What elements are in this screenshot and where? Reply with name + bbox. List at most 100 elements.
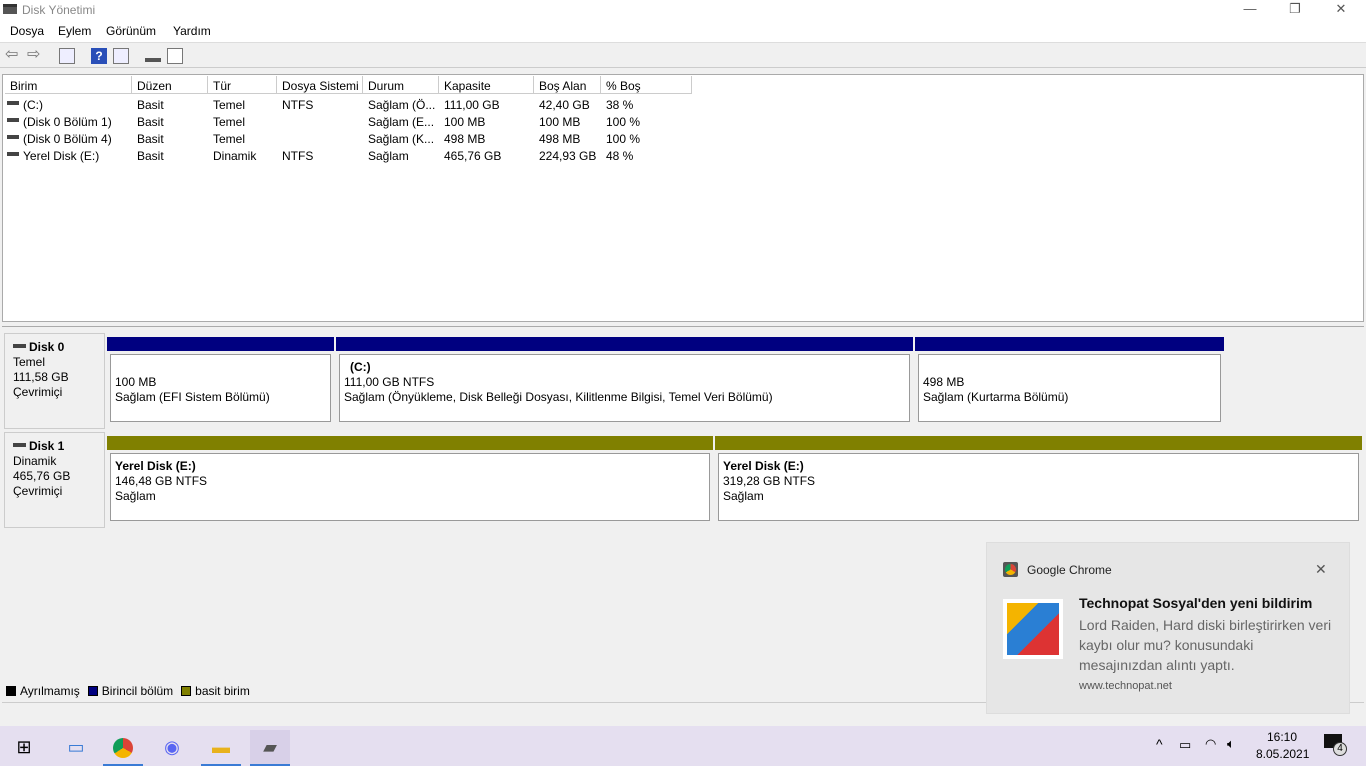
table-cell: Sağlam (K... [368,132,435,146]
table-cell: 498 MB [539,132,581,146]
disk-icon [13,443,26,447]
discord-icon[interactable]: ◉ [152,730,192,766]
partition-title: (C:) [350,360,371,374]
column-header[interactable]: Birim [5,76,132,94]
chrome-taskbar-icon[interactable] [103,730,143,766]
action-pane-icon[interactable] [113,48,129,64]
table-cell: (Disk 0 Bölüm 4) [23,132,112,146]
disk-status: Çevrimiçi [13,385,63,399]
table-cell: Yerel Disk (E:) [23,149,100,163]
partition[interactable]: (C:) 111,00 GB NTFS Sağlam (Önyükleme, Dis… [337,352,912,424]
wifi-icon[interactable]: ◠ [1205,736,1216,752]
menu-eylem[interactable]: Eylem [58,24,91,38]
clock-date[interactable]: 8.05.2021 [1256,747,1309,761]
partition-status: Sağlam (Kurtarma Bölümü) [923,390,1069,404]
disk-label[interactable]: Disk 0 Temel 111,58 GB Çevrimiçi [4,333,105,429]
menu-bar: Dosya Eylem Görünüm Yardım [0,20,1366,43]
this-pc-icon[interactable]: ▭ [56,730,96,766]
partition[interactable]: 498 MB Sağlam (Kurtarma Bölümü) [916,352,1223,424]
partition-size: 319,28 GB NTFS [723,474,816,488]
disk-icon [13,344,26,348]
notification-close-button[interactable]: ✕ [1315,561,1327,578]
clock-time[interactable]: 16:10 [1267,730,1297,744]
partition-status: Sağlam [723,489,764,503]
partition[interactable]: Yerel Disk (E:) 146,48 GB NTFS Sağlam [108,451,712,523]
column-header[interactable]: Durum [363,76,439,94]
column-header[interactable]: Dosya Sistemi [277,76,363,94]
volume-list: Birim Düzen Tür Dosya Sistemi Durum Kapasite B… [2,74,1364,322]
menu-gorunum[interactable]: Görünüm [106,24,156,38]
volume-icon [7,101,19,105]
table-cell: 100 % [606,115,641,129]
legend-swatch-icon [6,686,16,696]
legend-swatch-icon [181,686,192,696]
notification-count-badge: 4 [1333,742,1347,756]
file-explorer-icon[interactable]: ▬ [201,730,241,766]
partition-size: 100 MB [115,375,157,389]
volume-icon [7,118,19,122]
close-button[interactable]: ✕ [1318,0,1364,20]
table-cell: Temel [213,98,246,112]
help-icon[interactable]: ? [91,48,107,64]
disk-name: Disk 0 [29,340,65,354]
maximize-button[interactable]: ❐ [1272,0,1318,20]
legend-item: Birincil bölüm [87,684,174,698]
column-header[interactable]: Boş Alan [534,76,601,94]
table-cell: Basit [137,132,164,146]
connect-icon[interactable] [145,52,161,62]
disk-status: Çevrimiçi [13,484,63,498]
start-button[interactable]: ⊞ [4,730,44,766]
disk-label[interactable]: Disk 1 Dinamik 465,76 GB Çevrimiçi [4,432,105,528]
toolbar: ⇦ ⇨ ? [0,44,1366,68]
table-cell: 42,40 GB [539,98,590,112]
table-cell: Basit [137,98,164,112]
partition[interactable]: 100 MB Sağlam (EFI Sistem Bölümü) [108,352,333,424]
partition[interactable]: Yerel Disk (E:) 319,28 GB NTFS Sağlam [716,451,1361,523]
disk-type: Dinamik [13,454,57,468]
table-row[interactable]: (C:) Basit Temel NTFS Sağlam (Ö... 111,00 GB 4… [3,96,1363,113]
partition-status: Sağlam (EFI Sistem Bölümü) [115,390,270,404]
legend: Ayrılmamış Birincil bölüm basit birim [6,684,258,698]
table-row[interactable]: Yerel Disk (E:) Basit Dinamik NTFS Sağlam 465… [3,147,1363,164]
partition-bar [715,436,1362,450]
notification-source: www.technopat.net [1079,680,1172,692]
console-tree-icon[interactable] [59,48,75,64]
disk-size: 465,76 GB [13,469,71,483]
properties-icon[interactable] [167,48,183,64]
table-cell: 498 MB [444,132,486,146]
disk-management-taskbar-icon[interactable]: ▰ [250,730,290,766]
back-icon[interactable]: ⇦ [5,47,21,64]
power-icon[interactable]: ▭ [1179,737,1191,753]
menu-dosya[interactable]: Dosya [10,24,44,38]
volume-icon[interactable]: 🔈︎ [1227,736,1235,752]
title-bar: Disk Yönetimi — ❐ ✕ [0,0,1366,20]
forward-icon[interactable]: ⇨ [27,47,43,64]
column-header[interactable]: Düzen [132,76,208,94]
disk-management-icon [3,4,17,14]
table-cell: 224,93 GB [539,149,597,163]
table-cell: NTFS [282,149,314,163]
notification-body: Lord Raiden, Hard diski birleştirirken v… [1079,617,1332,673]
volume-icon [7,135,19,139]
window-title: Disk Yönetimi [22,3,96,17]
column-header[interactable]: Kapasite [439,76,534,94]
legend-label: Birincil bölüm [101,684,174,698]
taskbar: ⊞ ▭ ◉ ▬ ▰ ^ ▭ ◠ 🔈︎ 16:10 8.05.2021 4 [0,726,1366,766]
partition-bar [336,337,913,351]
partition-bar [915,337,1224,351]
legend-item: Ayrılmamış [6,684,80,698]
column-header[interactable]: % Boş [601,76,692,94]
table-cell: 100 MB [539,115,581,129]
table-cell: 48 % [606,149,634,163]
chrome-notification[interactable]: Google Chrome ✕ Technopat Sosyal'den yen… [986,542,1350,714]
menu-yardim[interactable]: Yardım [173,24,211,38]
chrome-icon [1003,562,1018,577]
column-header[interactable]: Tür [208,76,277,94]
table-row[interactable]: (Disk 0 Bölüm 4) Basit Temel Sağlam (K... 49… [3,130,1363,147]
table-cell: NTFS [282,98,314,112]
table-cell: (C:) [23,98,43,112]
minimize-button[interactable]: — [1227,0,1273,20]
table-row[interactable]: (Disk 0 Bölüm 1) Basit Temel Sağlam (E... 10… [3,113,1363,130]
partition-title [115,360,326,375]
show-hidden-icons-button[interactable]: ^ [1156,736,1163,752]
